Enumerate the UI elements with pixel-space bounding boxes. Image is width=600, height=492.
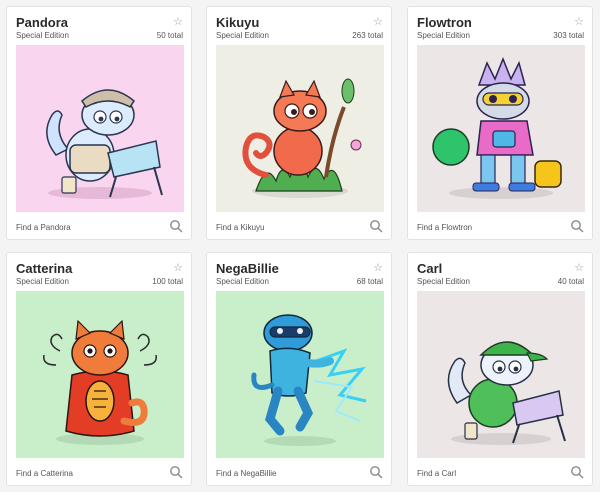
card-total: 40 total — [557, 277, 584, 286]
card-edition: Special Edition — [16, 31, 69, 40]
card-art[interactable] — [216, 291, 384, 458]
card-art[interactable] — [417, 291, 585, 458]
card-art[interactable] — [16, 291, 184, 458]
card-total: 50 total — [156, 31, 183, 40]
find-link[interactable]: Find a Kikuyu — [216, 223, 264, 232]
octopus-cat-icon — [16, 291, 184, 458]
find-link[interactable]: Find a Carl — [417, 469, 456, 478]
star-icon[interactable]: ☆ — [574, 261, 584, 274]
card-edition: Special Edition — [16, 277, 69, 286]
card-pandora[interactable]: Pandora ☆ Special Edition 50 total Find … — [6, 6, 192, 240]
magnifier-icon[interactable] — [369, 219, 383, 233]
card-catterina[interactable]: Catterina ☆ Special Edition 100 total Fi… — [6, 252, 192, 486]
card-art[interactable] — [417, 45, 585, 212]
card-title: Catterina — [16, 261, 73, 276]
star-icon[interactable]: ☆ — [173, 15, 183, 28]
card-title: Carl — [417, 261, 443, 276]
find-link[interactable]: Find a NegaBillie — [216, 469, 276, 478]
magnifier-icon[interactable] — [169, 219, 183, 233]
magnifier-icon[interactable] — [169, 465, 183, 479]
magnifier-icon[interactable] — [570, 465, 584, 479]
card-art[interactable] — [216, 45, 384, 212]
card-carl[interactable]: Carl ☆ Special Edition 40 total Find a C… — [407, 252, 593, 486]
card-edition: Special Edition — [216, 277, 269, 286]
card-kikuyu[interactable]: Kikuyu ☆ Special Edition 263 total Find … — [206, 6, 392, 240]
card-total: 303 total — [553, 31, 584, 40]
find-link[interactable]: Find a Catterina — [16, 469, 73, 478]
lightning-cat-icon — [216, 291, 384, 458]
magnifier-icon[interactable] — [369, 465, 383, 479]
card-edition: Special Edition — [216, 31, 269, 40]
card-title: Pandora — [16, 15, 69, 30]
magnifier-icon[interactable] — [570, 219, 584, 233]
card-title: NegaBillie — [216, 261, 279, 276]
kitty-card-grid: Pandora ☆ Special Edition 50 total Find … — [0, 0, 600, 492]
find-link[interactable]: Find a Flowtron — [417, 223, 472, 232]
card-art[interactable] — [16, 45, 184, 212]
card-edition: Special Edition — [417, 31, 470, 40]
card-total: 263 total — [352, 31, 383, 40]
card-flowtron[interactable]: Flowtron ☆ Special Edition 303 total Fin… — [407, 6, 593, 240]
robot-cat-icon — [417, 45, 585, 212]
chameleon-cat-icon — [216, 45, 384, 212]
card-total: 68 total — [356, 277, 383, 286]
card-title: Kikuyu — [216, 15, 260, 30]
card-negabillie[interactable]: NegaBillie ☆ Special Edition 68 total Fi… — [206, 252, 392, 486]
star-icon[interactable]: ☆ — [574, 15, 584, 28]
find-link[interactable]: Find a Pandora — [16, 223, 71, 232]
card-total: 100 total — [152, 277, 183, 286]
card-title: Flowtron — [417, 15, 472, 30]
cat-with-cap-icon — [417, 291, 585, 458]
star-icon[interactable]: ☆ — [373, 261, 383, 274]
star-icon[interactable]: ☆ — [373, 15, 383, 28]
card-edition: Special Edition — [417, 277, 470, 286]
star-icon[interactable]: ☆ — [173, 261, 183, 274]
cat-artist-icon — [16, 45, 184, 212]
